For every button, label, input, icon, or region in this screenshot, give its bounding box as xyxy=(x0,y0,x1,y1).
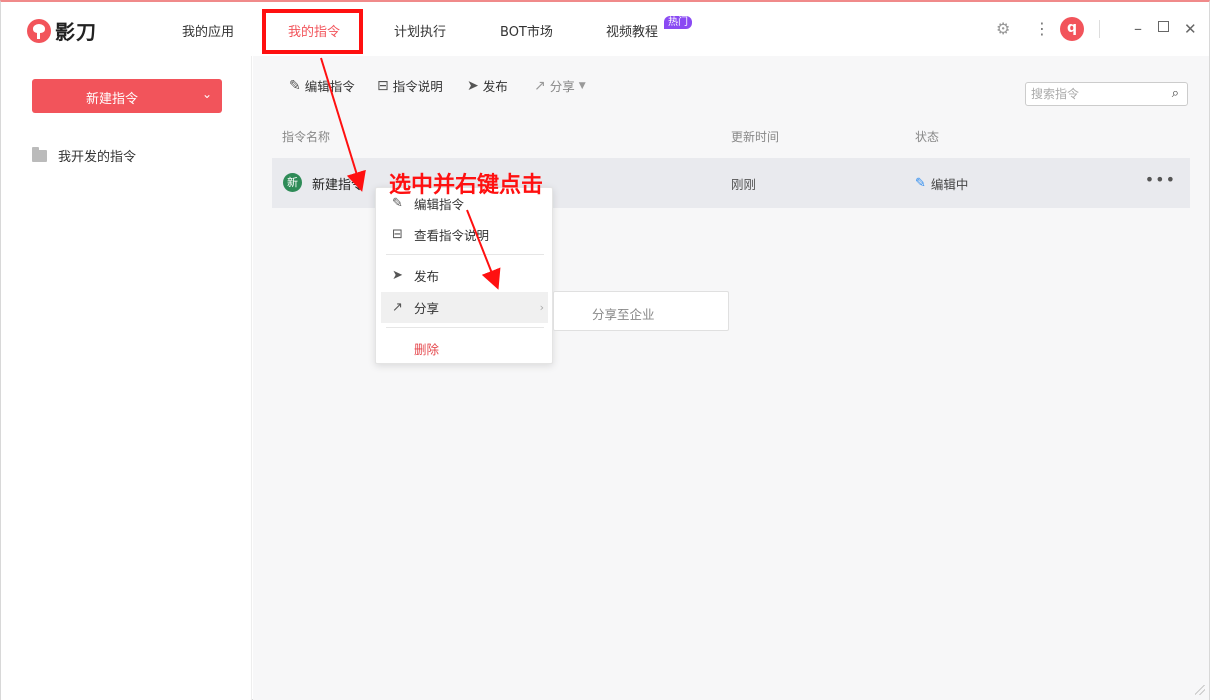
highlight-frame xyxy=(262,9,363,54)
search-box[interactable]: ⌕ xyxy=(1025,82,1188,106)
new-badge: 新 xyxy=(283,173,302,192)
avatar[interactable]: q xyxy=(1060,17,1084,41)
share-icon: ↗ xyxy=(392,300,403,315)
menu-item-share-label: 分享 xyxy=(414,301,440,316)
menu-item-share[interactable]: ↗ 分享 › xyxy=(381,292,548,323)
document-icon: ⊟ xyxy=(377,77,389,94)
menu-divider xyxy=(386,327,544,328)
sidebar-item-label: 我开发的指令 xyxy=(58,150,137,165)
minimize-icon[interactable]: – xyxy=(1134,21,1142,37)
send-icon: ➤ xyxy=(392,267,403,283)
chevron-right-icon: › xyxy=(539,301,544,314)
send-icon: ➤ xyxy=(467,77,479,94)
context-menu: ✎ 编辑指令 ⊟ 查看指令说明 ➤ 发布 ↗ 分享 › 删除 xyxy=(375,187,553,364)
close-icon[interactable]: ✕ xyxy=(1184,21,1197,37)
more-horizontal-icon[interactable]: ••• xyxy=(1145,170,1176,189)
share-submenu: 分享至企业 xyxy=(553,291,729,331)
app-logo: 影刀 xyxy=(27,16,97,45)
more-vertical-icon[interactable]: ⋮ xyxy=(1034,21,1050,37)
share-label: 分享 xyxy=(549,79,575,94)
command-doc-label: 指令说明 xyxy=(392,79,443,94)
menu-item-share-to-enterprise[interactable]: 分享至企业 xyxy=(592,304,655,323)
share-button[interactable]: ↗ 分享 ▼ xyxy=(534,76,586,95)
menu-item-publish[interactable]: ➤ 发布 xyxy=(376,260,552,290)
settings-icon[interactable]: ⚙ xyxy=(996,21,1010,37)
chevron-down-icon[interactable]: ⌄ xyxy=(202,87,212,101)
menu-item-view-doc[interactable]: ⊟ 查看指令说明 xyxy=(376,219,552,249)
main-content: ✎ 编辑指令 ⊟ 指令说明 ➤ 发布 ↗ 分享 ▼ ⌕ 指令名称 更新时间 状态… xyxy=(253,56,1209,700)
maximize-icon[interactable] xyxy=(1158,21,1169,32)
command-name: 新建指令 xyxy=(312,178,365,193)
menu-item-delete-label: 删除 xyxy=(414,341,440,357)
search-icon[interactable]: ⌕ xyxy=(1172,86,1179,101)
resize-handle[interactable] xyxy=(1195,685,1205,695)
edit-icon: ✎ xyxy=(289,77,301,94)
updated-time: 刚刚 xyxy=(731,177,757,192)
sidebar-item-my-developed[interactable]: 我开发的指令 xyxy=(32,146,136,165)
top-bar: 影刀 我的应用 我的指令 计划执行 BOT市场 视频教程 热门 ⚙ ⋮ q – … xyxy=(1,2,1209,56)
menu-item-view-doc-label: 查看指令说明 xyxy=(414,227,490,243)
document-icon: ⊟ xyxy=(392,226,403,242)
app-window: 影刀 我的应用 我的指令 计划执行 BOT市场 视频教程 热门 ⚙ ⋮ q – … xyxy=(0,0,1210,700)
pencil-icon: ✎ xyxy=(915,176,926,191)
new-command-label: 新建指令 xyxy=(85,92,138,107)
menu-divider xyxy=(386,254,544,255)
status-label: 编辑中 xyxy=(930,177,969,192)
app-name: 影刀 xyxy=(55,20,97,44)
publish-label: 发布 xyxy=(482,79,508,94)
hot-badge: 热门 xyxy=(664,16,692,29)
command-doc-button[interactable]: ⊟ 指令说明 xyxy=(377,76,443,95)
new-command-button[interactable]: 新建指令 ⌄ xyxy=(32,79,222,113)
sidebar: 新建指令 ⌄ 我开发的指令 xyxy=(1,56,252,700)
column-header-name: 指令名称 xyxy=(282,130,331,144)
edit-command-label: 编辑指令 xyxy=(304,79,355,94)
edit-command-button[interactable]: ✎ 编辑指令 xyxy=(289,76,355,95)
menu-item-delete[interactable]: 删除 xyxy=(376,333,552,363)
logo-icon xyxy=(27,18,51,43)
search-input[interactable] xyxy=(1031,83,1161,105)
nav-item-bot-market[interactable]: BOT市场 xyxy=(500,21,553,40)
column-header-updated: 更新时间 xyxy=(731,130,780,144)
divider xyxy=(1099,20,1100,38)
publish-button[interactable]: ➤ 发布 xyxy=(467,76,508,95)
annotation-text: 选中并右键点击 xyxy=(389,172,544,198)
folder-icon xyxy=(32,146,47,162)
nav-item-video-tutorials[interactable]: 视频教程 xyxy=(606,21,658,40)
menu-item-publish-label: 发布 xyxy=(414,268,440,284)
caret-down-icon: ▼ xyxy=(578,80,586,91)
status: ✎ 编辑中 xyxy=(915,174,968,193)
column-header-status: 状态 xyxy=(915,130,940,144)
nav-item-scheduled-runs[interactable]: 计划执行 xyxy=(394,21,446,40)
nav-item-my-apps[interactable]: 我的应用 xyxy=(182,21,234,40)
share-icon: ↗ xyxy=(534,77,546,94)
